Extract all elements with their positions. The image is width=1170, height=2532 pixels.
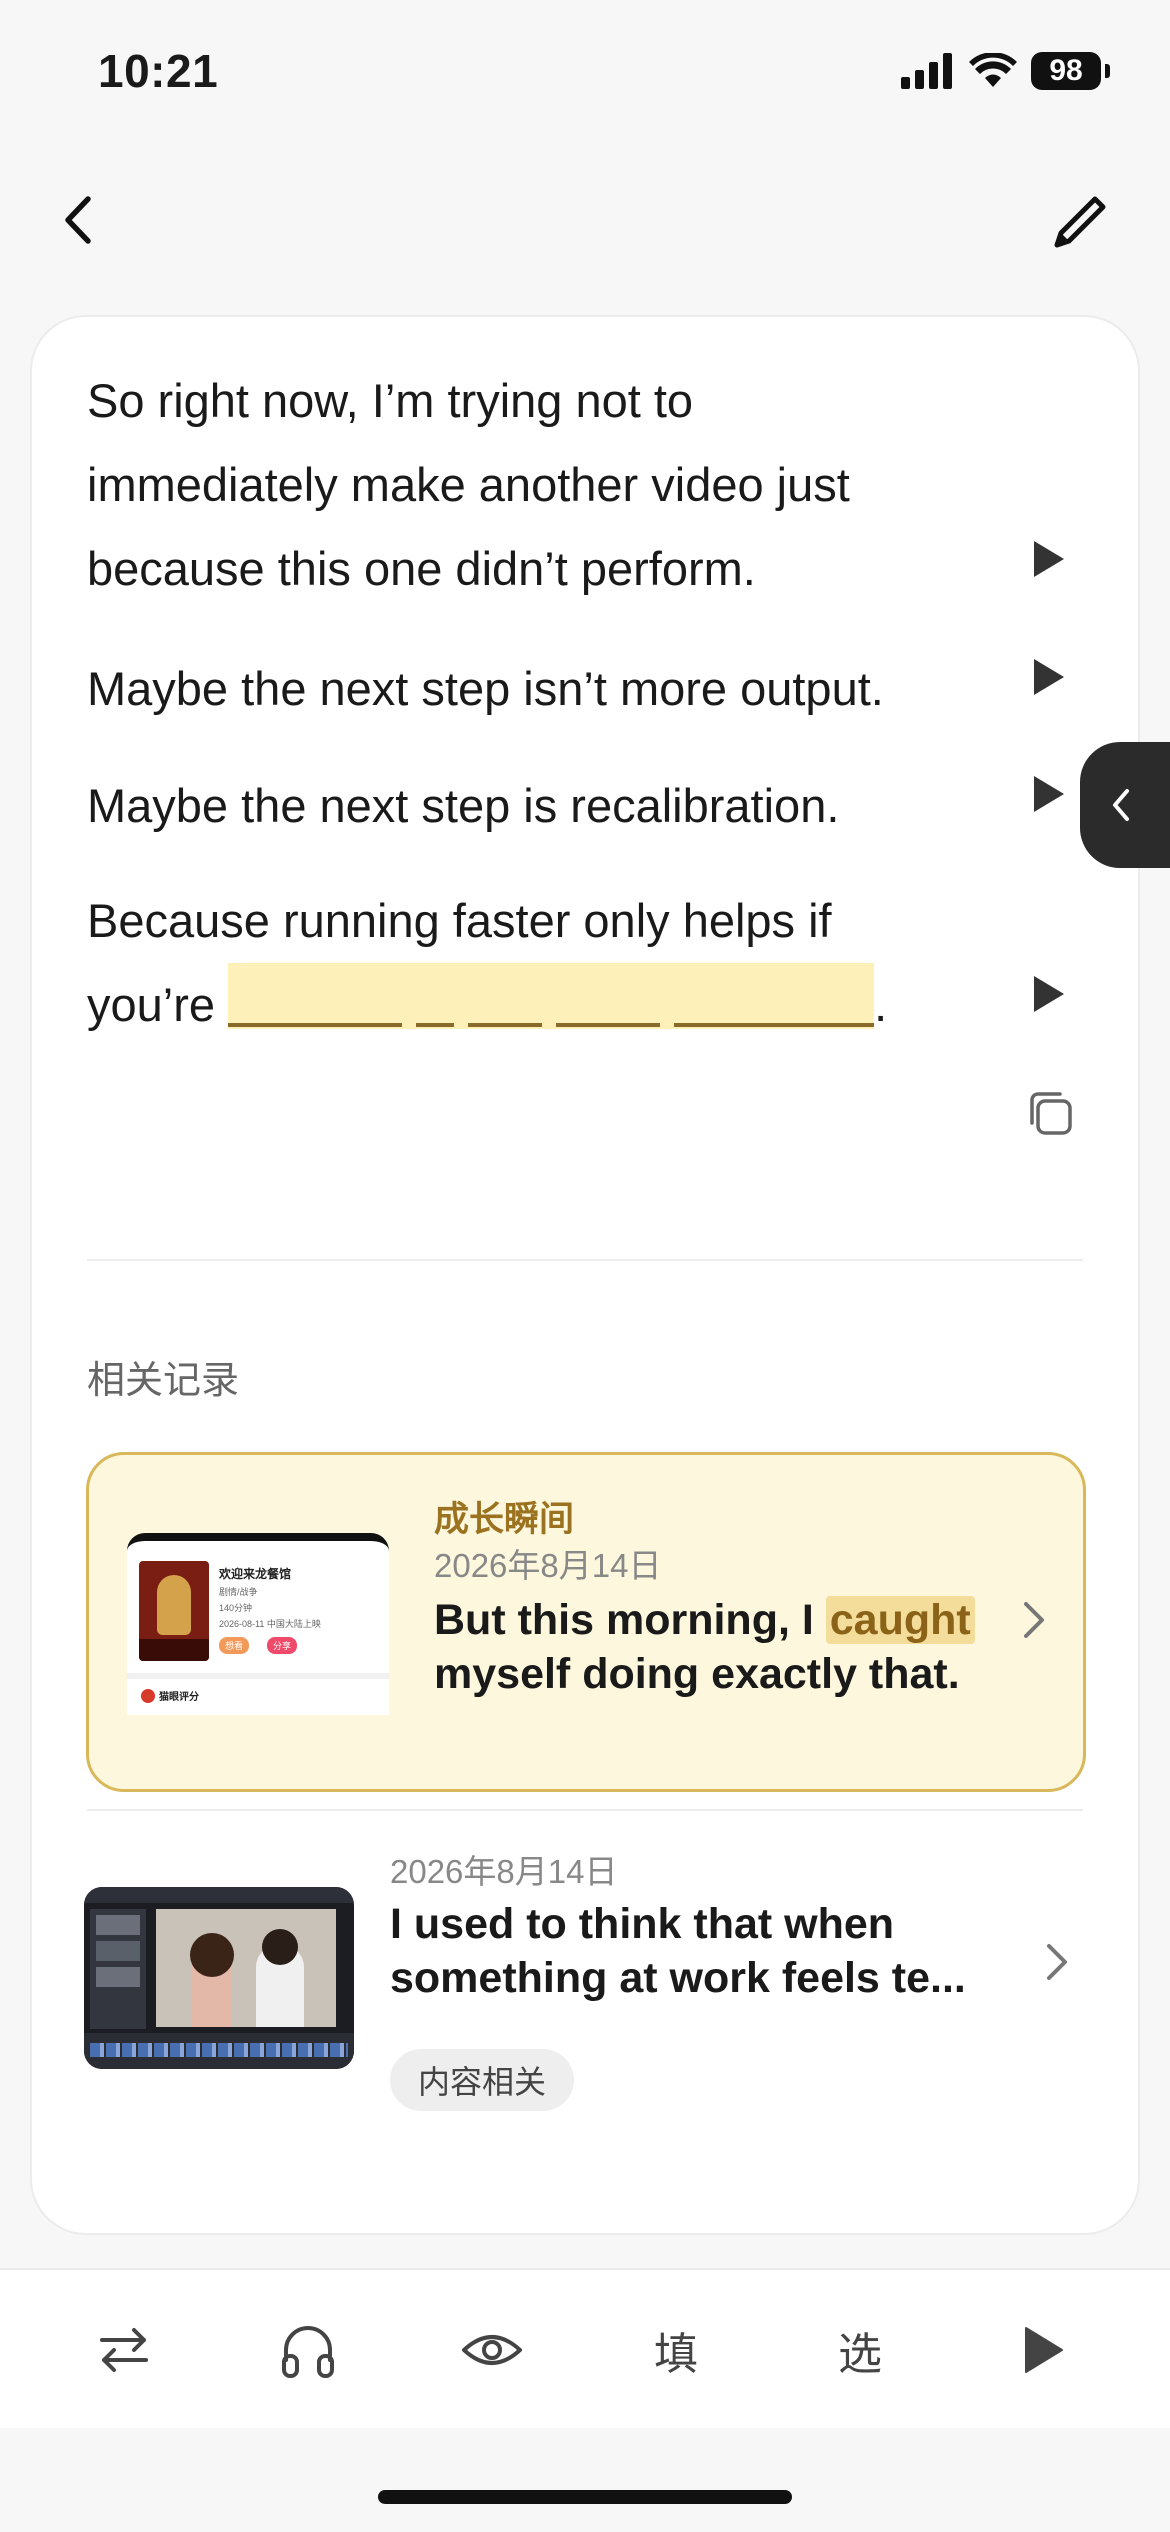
sentence-3[interactable]: Maybe the next step is recalibration.: [87, 764, 839, 848]
sentence-card: So right now, I’m trying not to immediat…: [30, 315, 1140, 2235]
listen-button[interactable]: [258, 2300, 358, 2400]
chevron-left-icon: [65, 196, 91, 244]
divider: [87, 1259, 1083, 1261]
sentence-1[interactable]: So right now, I’m trying not to immediat…: [87, 359, 850, 611]
movie-want-button: 想看: [219, 1637, 250, 1654]
fill-blank-area[interactable]: [228, 963, 875, 1029]
swap-button[interactable]: [74, 2300, 174, 2400]
view-button[interactable]: [442, 2300, 542, 2400]
blank-word-2: [416, 1023, 455, 1027]
eye-icon: [462, 2335, 522, 2365]
sentence-4[interactable]: Because running faster only helps if you…: [87, 879, 887, 1047]
swap-arrows-icon: [100, 2328, 148, 2372]
record-1-chevron: [1017, 1595, 1051, 1645]
pencil-icon: [1054, 196, 1106, 248]
related-records-title: 相关记录: [87, 1360, 240, 1402]
play-icon: [1034, 776, 1064, 812]
copy-icon: [1030, 1092, 1072, 1135]
play-sentence-3-button[interactable]: [1027, 769, 1071, 819]
side-panel-toggle[interactable]: [1080, 742, 1170, 868]
record-separator: [87, 1809, 1083, 1811]
sentence-1-line-2: immediately make another video just: [87, 458, 850, 511]
choose-mode-button[interactable]: 选: [810, 2300, 910, 2400]
play-sentence-4-button[interactable]: [1027, 969, 1071, 1019]
headphones-icon: [282, 2326, 334, 2378]
sentence-4-line-1: Because running faster only helps if: [87, 894, 832, 947]
fill-mode-button[interactable]: 填: [626, 2300, 726, 2400]
play-icon: [1034, 659, 1064, 695]
sentence-2-line-1: Maybe the next step isn’t more output.: [87, 662, 884, 715]
chevron-left-icon: [1113, 789, 1129, 821]
blank-word-4: [556, 1023, 661, 1027]
movie-poster: [139, 1561, 209, 1661]
movie-title: 欢迎来龙餐馆: [219, 1567, 292, 1581]
cellular-signal-icon: [901, 53, 952, 89]
play-sentence-1-button[interactable]: [1027, 534, 1071, 584]
sentence-3-line-1: Maybe the next step is recalibration.: [87, 779, 840, 832]
sentence-1-line-3: because this one didn’t perform.: [87, 542, 756, 595]
play-icon: [1034, 541, 1064, 577]
sentence-4-suffix: .: [874, 978, 888, 1031]
movie-share-button: 分享: [267, 1637, 298, 1654]
play-sentence-2-button[interactable]: [1027, 652, 1071, 702]
play-icon: [1025, 2327, 1063, 2373]
back-button[interactable]: [60, 190, 110, 250]
battery-nub: [1105, 64, 1110, 78]
sentence-1-line-1: So right now, I’m trying not to: [87, 374, 694, 427]
blank-word-3: [468, 1023, 543, 1027]
copy-button[interactable]: [1024, 1087, 1076, 1139]
record-1-date: 2026年8月14日: [434, 1547, 662, 1584]
edit-button[interactable]: [1048, 190, 1112, 254]
related-record-1[interactable]: 欢迎来龙餐馆 剧情/战争 140分钟 2026-08-11 中国大陆上映 想看 …: [86, 1452, 1086, 1792]
maoyan-logo-icon: [141, 1689, 155, 1703]
highlighted-word: caught: [825, 1596, 975, 1644]
wifi-icon: [969, 53, 1017, 87]
bottom-toolbar: 填 选: [0, 2268, 1170, 2428]
home-indicator: [378, 2490, 792, 2504]
sentence-4-line-2: you’re .: [87, 963, 887, 1047]
blank-word-5: [674, 1023, 875, 1027]
battery-indicator: 98: [1031, 52, 1101, 90]
play-all-button[interactable]: [994, 2300, 1094, 2400]
status-time: 10:21: [98, 45, 219, 97]
play-icon: [1034, 976, 1064, 1012]
blank-word-1: [228, 1023, 403, 1027]
status-bar: 10:21 98: [0, 0, 1170, 150]
status-icons: 98: [901, 52, 1110, 90]
maoyan-rating-label: 猫眼评分: [159, 1692, 199, 1703]
record-1-text: But this morning, I caught myself doing …: [434, 1593, 994, 1701]
sentence-2[interactable]: Maybe the next step isn’t more output.: [87, 647, 884, 731]
movie-genre: 剧情/战争: [219, 1587, 258, 1597]
record-1-thumbnail: 欢迎来龙餐馆 剧情/战争 140分钟 2026-08-11 中国大陆上映 想看 …: [127, 1533, 389, 1715]
record-1-tag: 成长瞬间: [434, 1500, 575, 1539]
movie-duration: 140分钟: [219, 1603, 253, 1613]
sentence-4-prefix: you’re: [87, 978, 216, 1031]
chevron-right-icon: [1024, 1602, 1044, 1638]
movie-release: 2026-08-11 中国大陆上映: [219, 1619, 321, 1629]
